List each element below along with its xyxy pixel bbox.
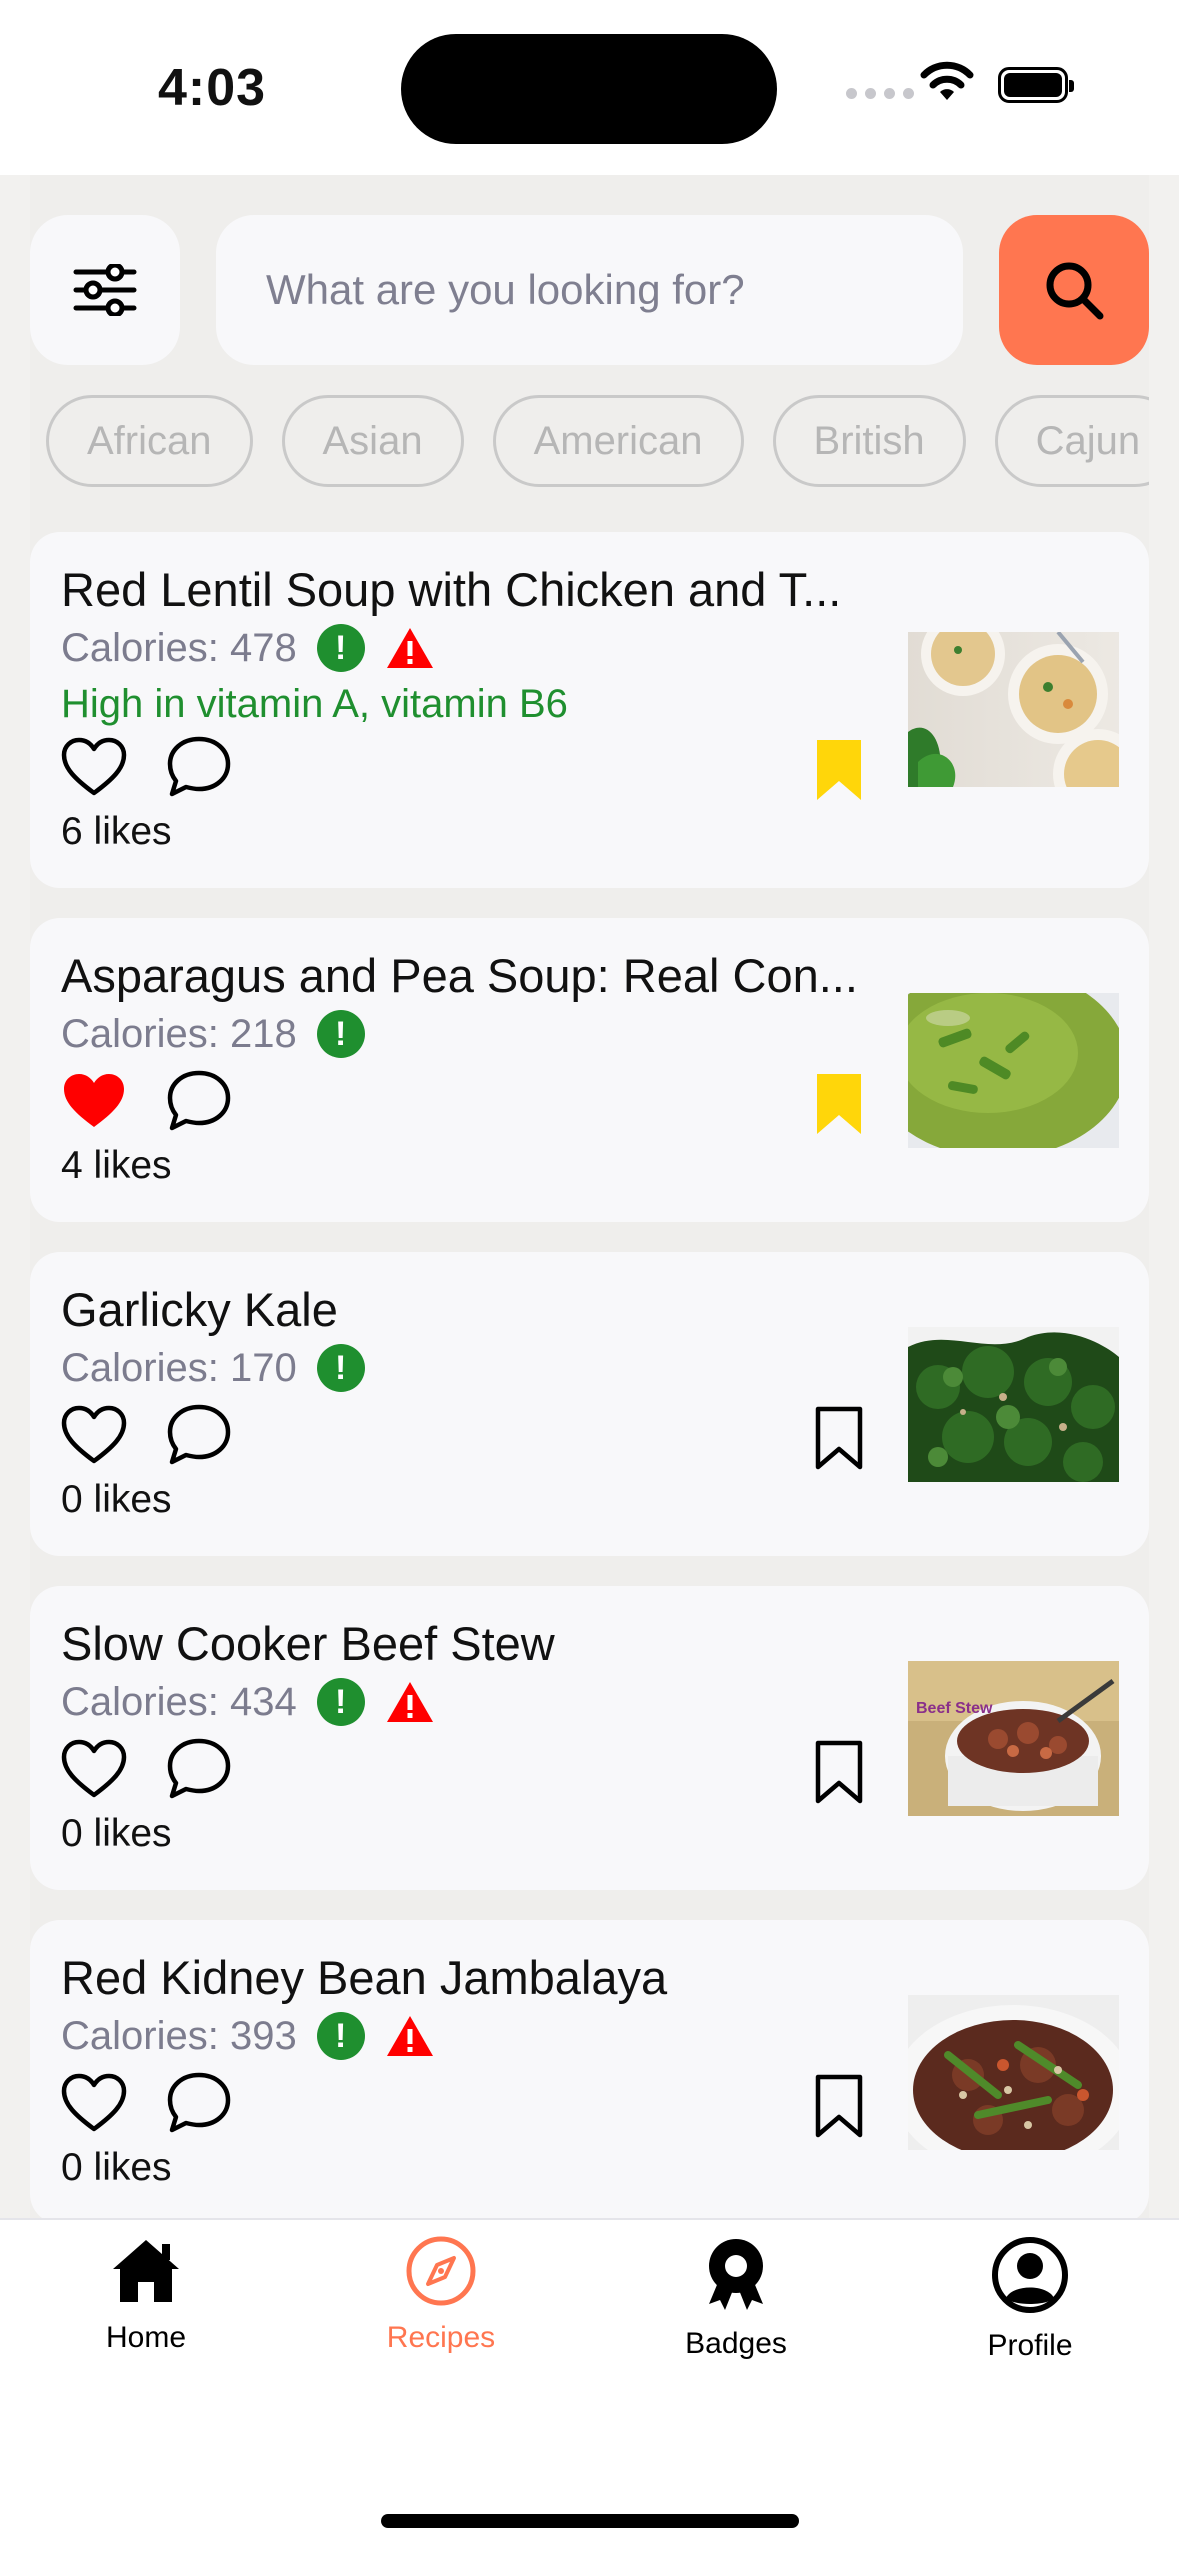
recipe-title: Slow Cooker Beef Stew <box>61 1617 555 1670</box>
calories-text: Calories: 170 <box>61 1345 297 1390</box>
comment-icon[interactable] <box>166 1403 232 1467</box>
likes-count: 0 likes <box>61 1478 172 1521</box>
chip-american[interactable]: American <box>492 395 744 487</box>
chip-british[interactable]: British <box>772 395 966 487</box>
recipe-card[interactable]: Red Kidney Bean Jambalaya Calories: 393 … <box>30 1920 1149 2218</box>
tab-home-label: Home <box>105 2321 187 2354</box>
recipe-image[interactable] <box>908 1995 1119 2150</box>
recipes-content: African Asian American British Cajun Red Len… <box>30 175 1149 2218</box>
nutrition-info-icon: ! <box>316 1344 365 1392</box>
search-input[interactable] <box>266 266 963 314</box>
sliders-icon <box>73 264 137 316</box>
nutrition-info-icon: ! <box>316 2012 365 2060</box>
tab-bar: Home Recipes Badges Profile <box>0 2218 1179 2556</box>
cuisine-filter-chips: African Asian American British Cajun <box>46 395 1149 487</box>
home-indicator <box>381 2514 799 2528</box>
compass-icon <box>406 2236 476 2306</box>
bookmark-icon[interactable] <box>814 737 864 803</box>
vitamin-highlight: High in vitamin A, vitamin B6 <box>61 682 568 726</box>
bookmark-outline-icon[interactable] <box>814 1739 864 1805</box>
tab-badges[interactable]: Badges <box>636 2236 836 2361</box>
heart-icon[interactable] <box>61 737 127 797</box>
calories-text: Calories: 218 <box>61 1011 297 1056</box>
tab-profile-label: Profile <box>987 2329 1073 2362</box>
search-field[interactable] <box>216 215 963 365</box>
recipe-image[interactable] <box>908 1327 1119 1482</box>
bookmark-outline-icon[interactable] <box>814 1405 864 1471</box>
calories-row: Calories: 170 ! <box>61 1344 365 1392</box>
calories-row: Calories: 478 ! <box>61 624 435 672</box>
calories-row: Calories: 393 ! <box>61 2012 435 2060</box>
chip-asian[interactable]: Asian <box>281 395 464 487</box>
heart-icon[interactable] <box>61 1739 127 1799</box>
recipe-image[interactable] <box>908 632 1119 787</box>
heart-icon[interactable] <box>61 1405 127 1465</box>
status-bar: 4:03 <box>0 0 1179 175</box>
likes-count: 6 likes <box>61 810 172 853</box>
calories-text: Calories: 434 <box>61 1679 297 1724</box>
comment-icon[interactable] <box>166 1737 232 1801</box>
tab-recipes-label: Recipes <box>386 2321 496 2354</box>
award-icon <box>709 2239 763 2310</box>
dynamic-island <box>401 34 777 144</box>
likes-count: 4 likes <box>61 1144 172 1187</box>
search-icon <box>1046 262 1104 320</box>
cellular-signal-icon <box>846 88 914 99</box>
warning-triangle-icon <box>386 1682 433 1722</box>
comment-icon[interactable] <box>166 735 232 799</box>
chip-african[interactable]: African <box>46 395 253 487</box>
recipe-title: Red Kidney Bean Jambalaya <box>61 1951 668 2004</box>
warning-triangle-icon <box>386 2016 433 2056</box>
recipes-screen: African Asian American British Cajun Red Len… <box>0 175 1179 2218</box>
tab-badges-label: Badges <box>685 2327 787 2360</box>
likes-count: 0 likes <box>61 1812 172 1855</box>
recipe-card[interactable]: Garlicky Kale Calories: 170 ! 0 likes <box>30 1252 1149 1556</box>
recipe-card[interactable]: Slow Cooker Beef Stew Calories: 434 ! 0 … <box>30 1586 1149 1890</box>
house-icon <box>113 2240 179 2302</box>
battery-icon <box>998 67 1074 103</box>
person-circle-icon <box>992 2237 1068 2313</box>
recipe-card[interactable]: Red Lentil Soup with Chicken and T... Ca… <box>30 532 1149 888</box>
tab-home[interactable]: Home <box>46 2236 246 2355</box>
filter-button[interactable] <box>30 215 180 365</box>
bookmark-outline-icon[interactable] <box>814 2073 864 2139</box>
chip-cajun[interactable]: Cajun <box>994 395 1149 487</box>
recipe-title: Garlicky Kale <box>61 1283 338 1336</box>
comment-icon[interactable] <box>166 2071 232 2135</box>
comment-icon[interactable] <box>166 1069 232 1133</box>
warning-triangle-icon <box>386 628 433 668</box>
nutrition-info-icon: ! <box>316 624 365 672</box>
recipe-title: Asparagus and Pea Soup: Real Con... <box>61 949 858 1002</box>
recipe-card[interactable]: Asparagus and Pea Soup: Real Con... Calo… <box>30 918 1149 1222</box>
likes-count: 0 likes <box>61 2146 172 2189</box>
tab-profile[interactable]: Profile <box>930 2236 1130 2363</box>
image-caption: Beef Stew <box>916 1700 993 1717</box>
recipe-image[interactable] <box>908 993 1119 1148</box>
recipe-title: Red Lentil Soup with Chicken and T... <box>61 563 842 616</box>
status-time: 4:03 <box>158 59 267 117</box>
search-button[interactable] <box>999 215 1149 365</box>
tab-recipes[interactable]: Recipes <box>341 2236 541 2355</box>
calories-text: Calories: 478 <box>61 625 297 670</box>
nutrition-info-icon: ! <box>316 1678 365 1726</box>
heart-icon-filled[interactable] <box>61 1071 127 1131</box>
calories-row: Calories: 218 ! <box>61 1010 365 1058</box>
heart-icon[interactable] <box>61 2073 127 2133</box>
bookmark-icon[interactable] <box>814 1071 864 1137</box>
wifi-icon <box>920 61 974 100</box>
calories-text: Calories: 393 <box>61 2013 297 2058</box>
nutrition-info-icon: ! <box>316 1010 365 1058</box>
recipe-image[interactable]: Beef Stew <box>908 1661 1119 1816</box>
calories-row: Calories: 434 ! <box>61 1678 435 1726</box>
